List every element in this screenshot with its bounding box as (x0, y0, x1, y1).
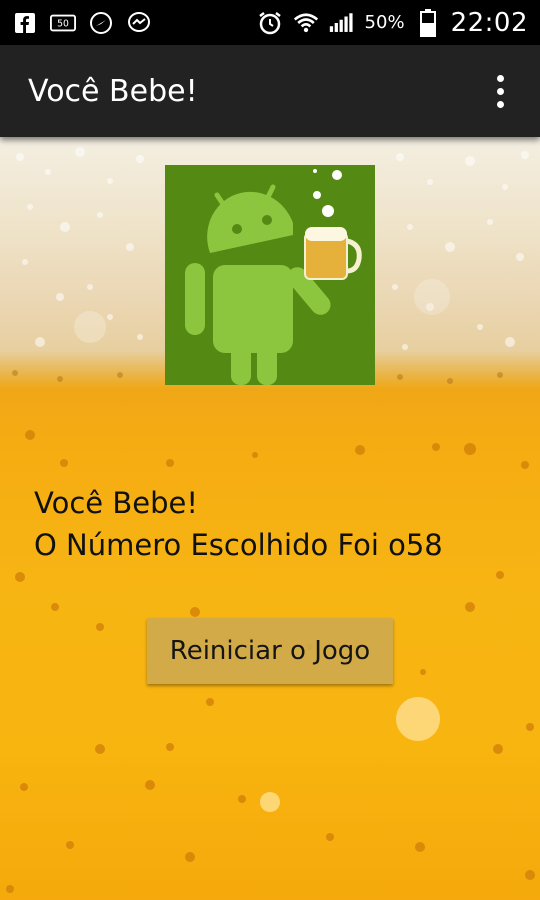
battery-percent: 50% (364, 12, 405, 33)
battery-icon (415, 8, 441, 37)
facebook-icon (12, 10, 38, 36)
navigation-icon (88, 10, 114, 36)
game-screen: Você Bebe! O Número Escolhido Foi o58 Re… (0, 137, 540, 900)
notification-icons: 50 (0, 10, 152, 36)
subtitles-icon: 50 (50, 10, 76, 36)
result-line-number: O Número Escolhido Foi o58 (34, 528, 443, 562)
wifi-icon (293, 10, 319, 36)
result-line-title: Você Bebe! (34, 486, 198, 520)
system-icons: 50% 22:02 (257, 8, 540, 38)
restart-game-button[interactable]: Reiniciar o Jogo (147, 618, 393, 684)
action-bar: Você Bebe! (0, 45, 540, 137)
alarm-icon (257, 10, 283, 36)
app-title: Você Bebe! (28, 73, 198, 109)
app-logo (165, 165, 375, 385)
messenger-icon (126, 10, 152, 36)
result-message: Você Bebe! O Número Escolhido Foi o58 (34, 482, 534, 566)
clock: 22:02 (450, 7, 528, 38)
svg-text:50: 50 (57, 18, 69, 29)
android-beer-logo (165, 165, 375, 385)
overflow-menu-icon[interactable] (480, 61, 520, 121)
signal-icon (329, 10, 355, 36)
status-bar: 50 50% 22:02 (0, 0, 540, 45)
